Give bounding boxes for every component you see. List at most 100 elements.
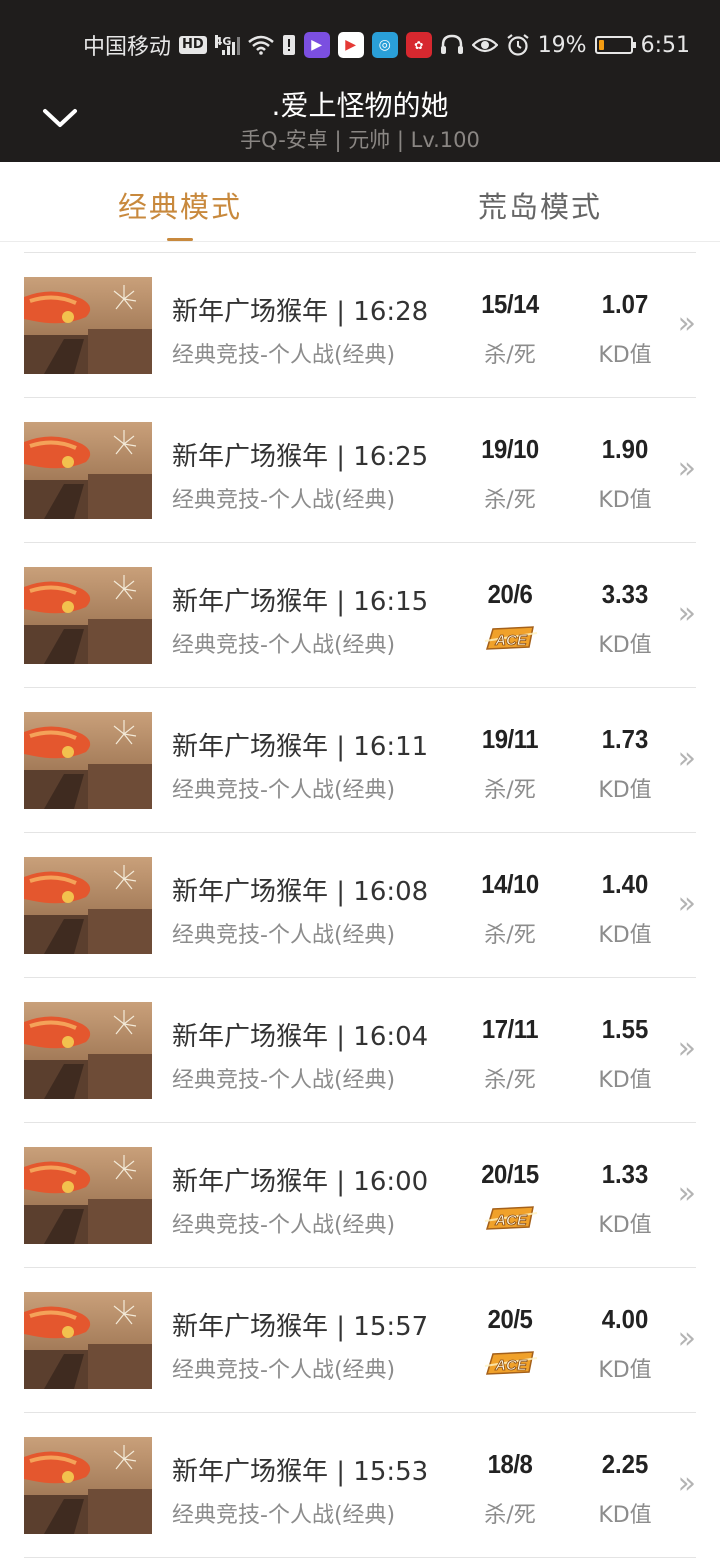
kills-deaths: 19/11 (481, 724, 539, 754)
match-row[interactable]: 新年广场猴年 | 16:28 经典竞技-个人战(经典) 15/14 杀/死 1.… (24, 253, 696, 398)
battery-icon (594, 36, 636, 54)
status-bar-right: 中国移动 HD 4G ▶ ▶ ◎ ✿ 19% 6:51 (83, 28, 690, 62)
kills-deaths: 18/8 (487, 1449, 533, 1479)
kills-deaths-label: 杀/死 (484, 923, 536, 948)
ace-badge-text: ACE (494, 632, 528, 649)
kd-ratio-label: KD值 (598, 488, 652, 513)
kd-ratio-label: KD值 (598, 343, 652, 368)
player-info: 手Q-安卓 | 元帅 | Lv.100 (240, 128, 480, 152)
ace-badge-text: ACE (494, 1212, 528, 1229)
active-tab-indicator (167, 238, 193, 241)
match-row[interactable]: 新年广场猴年 | 16:08 经典竞技-个人战(经典) 14/10 杀/死 1.… (24, 833, 696, 978)
match-mode: 经典竞技-个人战(经典) (172, 1503, 396, 1528)
match-mode: 经典竞技-个人战(经典) (172, 778, 396, 803)
eye-icon (471, 37, 498, 53)
match-title: 新年广场猴年 | 16:08 (172, 877, 429, 907)
sim-warning-icon (282, 35, 295, 55)
match-mode: 经典竞技-个人战(经典) (172, 923, 396, 948)
double-chevron-right-icon: » (677, 451, 696, 486)
match-title: 新年广场猴年 | 15:53 (172, 1457, 429, 1487)
kills-deaths-label: 杀/死 (484, 343, 536, 368)
tab-island-mode[interactable]: 荒岛模式 (360, 162, 720, 241)
video-app-icon: ▶ (303, 32, 330, 58)
match-mode: 经典竞技-个人战(经典) (172, 1068, 396, 1093)
match-list: 新年广场猴年 | 16:28 经典竞技-个人战(经典) 15/14 杀/死 1.… (24, 252, 696, 1558)
map-thumbnail (24, 1437, 152, 1534)
ace-badge-icon: ACE (484, 1206, 538, 1230)
match-row[interactable]: 新年广场猴年 | 16:04 经典竞技-个人战(经典) 17/11 杀/死 1.… (24, 978, 696, 1123)
map-thumbnail (24, 1292, 152, 1389)
double-chevron-right-icon: » (677, 1031, 696, 1066)
kills-deaths-label: 杀/死 (484, 1503, 536, 1528)
match-row[interactable]: 新年广场猴年 | 16:00 经典竞技-个人战(经典) 20/15 ACE 1.… (24, 1123, 696, 1268)
kills-deaths: 20/5 (487, 1304, 533, 1334)
map-thumbnail (24, 1147, 152, 1244)
match-title: 新年广场猴年 | 16:00 (172, 1167, 429, 1197)
map-thumbnail (24, 857, 152, 954)
mode-tabs: 经典模式 荒岛模式 (0, 162, 720, 242)
double-chevron-right-icon: » (677, 1466, 696, 1501)
cellular-signal-icon: 4G (214, 35, 240, 55)
kills-deaths: 15/14 (481, 289, 539, 319)
ace-badge-icon: ACE (484, 626, 538, 650)
match-title: 新年广场猴年 | 16:15 (172, 587, 429, 617)
kills-deaths-label: 杀/死 (484, 488, 536, 513)
tab-label: 经典模式 (117, 190, 242, 224)
kd-ratio-label: KD值 (598, 1503, 652, 1528)
match-title: 新年广场猴年 | 16:11 (172, 732, 429, 762)
match-mode: 经典竞技-个人战(经典) (172, 343, 396, 368)
match-row[interactable]: 新年广场猴年 | 16:15 经典竞技-个人战(经典) 20/6 ACE 3.3… (24, 543, 696, 688)
match-row[interactable]: 新年广场猴年 | 15:53 经典竞技-个人战(经典) 18/8 杀/死 2.2… (24, 1413, 696, 1558)
status-bar: 中国移动 HD 4G ▶ ▶ ◎ ✿ 19% 6:51 (0, 0, 720, 72)
kd-ratio-label: KD值 (598, 1358, 652, 1383)
double-chevron-right-icon: » (677, 741, 696, 776)
tab-classic-mode[interactable]: 经典模式 (0, 162, 360, 241)
kills-deaths: 20/15 (481, 1159, 539, 1189)
kd-ratio-label: KD值 (598, 1068, 652, 1093)
tab-label: 荒岛模式 (477, 190, 602, 224)
kd-ratio-label: KD值 (598, 633, 652, 658)
match-title: 新年广场猴年 | 15:57 (172, 1312, 429, 1342)
match-mode: 经典竞技-个人战(经典) (172, 1213, 396, 1238)
double-chevron-right-icon: » (677, 306, 696, 341)
kills-deaths: 19/10 (481, 434, 539, 464)
battery-percent: 19% (537, 32, 587, 58)
headset-icon (440, 34, 463, 54)
kd-ratio-label: KD值 (598, 923, 652, 948)
match-row[interactable]: 新年广场猴年 | 16:25 经典竞技-个人战(经典) 19/10 杀/死 1.… (24, 398, 696, 543)
kd-ratio: 1.33 (601, 1159, 649, 1189)
kd-ratio: 3.33 (601, 579, 649, 609)
map-thumbnail (24, 422, 152, 519)
match-title: 新年广场猴年 | 16:28 (172, 297, 429, 327)
kd-ratio: 1.55 (601, 1014, 649, 1044)
page-header: .爱上怪物的她 手Q-安卓 | 元帅 | Lv.100 (0, 72, 720, 162)
huawei-app-icon: ✿ (405, 32, 432, 58)
ace-badge-text: ACE (494, 1357, 528, 1374)
match-row[interactable]: 新年广场猴年 | 16:11 经典竞技-个人战(经典) 19/11 杀/死 1.… (24, 688, 696, 833)
kd-ratio: 1.73 (601, 724, 649, 754)
battery-fill (598, 40, 605, 50)
double-chevron-right-icon: » (677, 886, 696, 921)
match-mode: 经典竞技-个人战(经典) (172, 633, 396, 658)
kills-deaths: 14/10 (481, 869, 539, 899)
kd-ratio-label: KD值 (598, 778, 652, 803)
player-app-icon: ▶ (337, 32, 364, 58)
map-thumbnail (24, 712, 152, 809)
kills-deaths-label: 杀/死 (484, 778, 536, 803)
alarm-icon (507, 34, 529, 56)
double-chevron-right-icon: » (677, 1321, 696, 1356)
match-mode: 经典竞技-个人战(经典) (172, 1358, 396, 1383)
map-thumbnail (24, 1002, 152, 1099)
carrier-label: 中国移动 (83, 35, 172, 60)
kd-ratio: 1.07 (601, 289, 649, 319)
map-thumbnail (24, 567, 152, 664)
match-row[interactable]: 新年广场猴年 | 15:57 经典竞技-个人战(经典) 20/5 ACE 4.0… (24, 1268, 696, 1413)
double-chevron-right-icon: » (677, 1176, 696, 1211)
kd-ratio-label: KD值 (598, 1213, 652, 1238)
kills-deaths-label: 杀/死 (484, 1068, 536, 1093)
hd-icon: HD (179, 36, 207, 54)
network-type-label: 4G (214, 35, 232, 48)
clock: 6:51 (640, 32, 690, 58)
kd-ratio: 4.00 (601, 1304, 649, 1334)
match-title: 新年广场猴年 | 16:25 (172, 442, 429, 472)
